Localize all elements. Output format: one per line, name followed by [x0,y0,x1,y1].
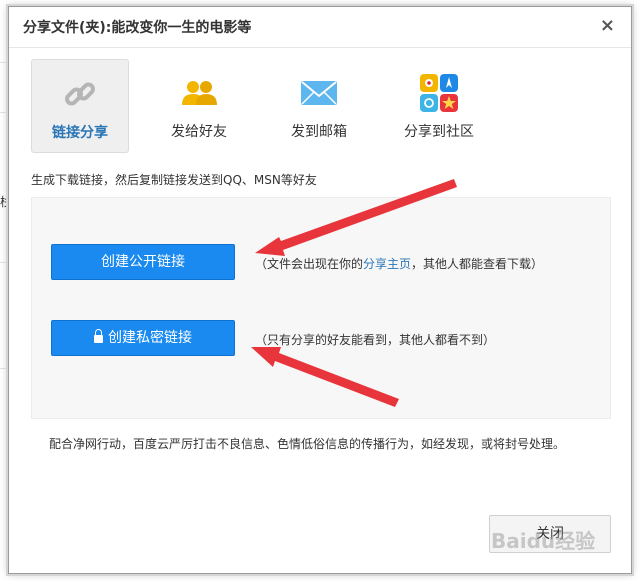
arrow-to-private-link [251,347,399,407]
policy-notice: 配合净网行动，百度云严厉打击不良信息、色情低俗信息的传播行为，如经发现，或将封号… [49,437,566,451]
arrow-to-public-link [255,179,457,256]
baidu-watermark: Baidu经验 [491,529,596,553]
share-dialog: 分享文件(夹):能改变你一生的电影等 × 链接分享 发给好友 发到邮箱 分享到社… [8,6,632,574]
annotation-arrows [251,179,457,407]
